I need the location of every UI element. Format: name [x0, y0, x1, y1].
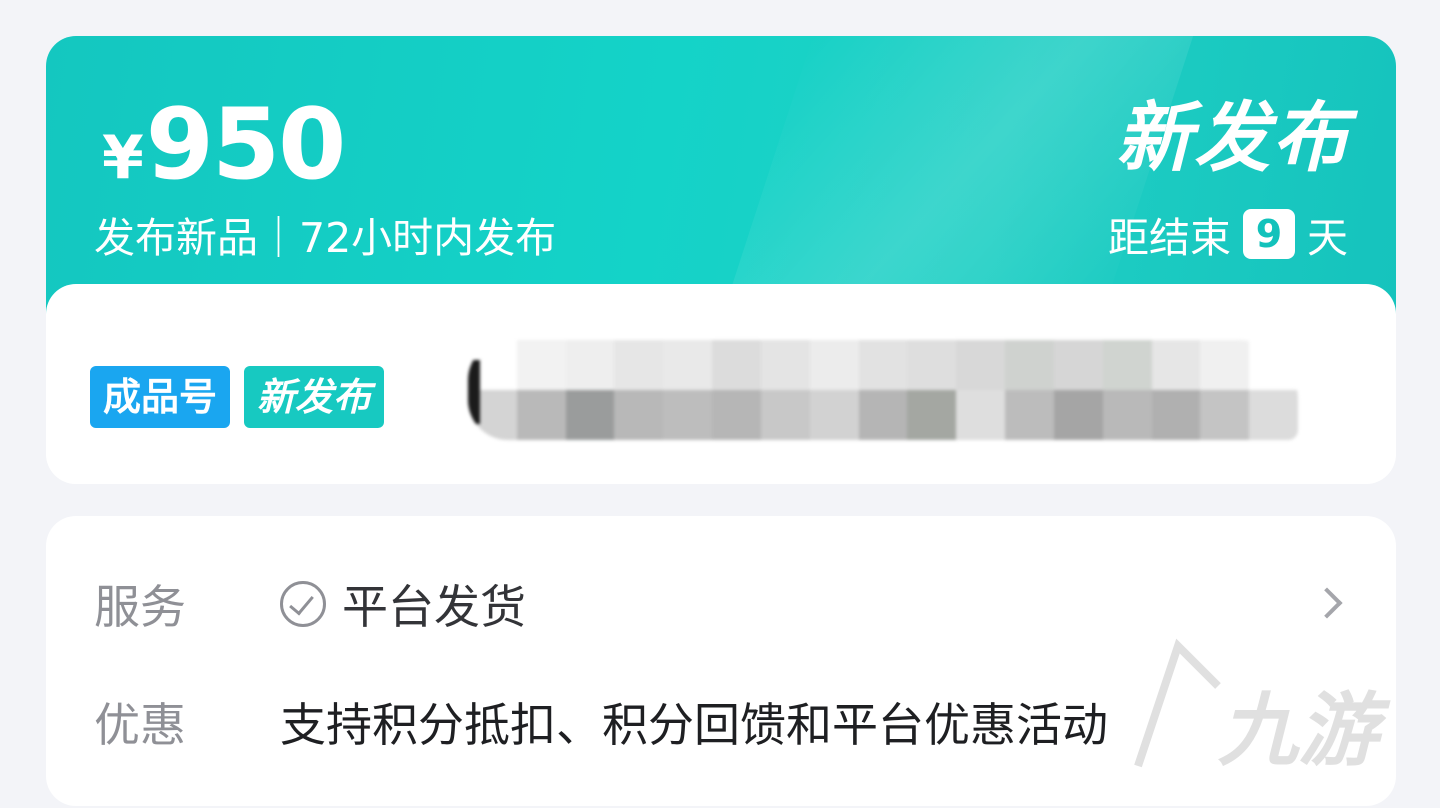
service-label: 服务: [94, 580, 186, 634]
countdown: 距结束 9 天: [1108, 204, 1348, 264]
product-info-panel: 成品号 新发布: [46, 284, 1396, 484]
release-subtitle: 发布新品｜72小时内发布: [94, 214, 557, 262]
discount-row: 优惠 支持积分抵扣、积分回馈和平台优惠活动: [94, 686, 1356, 758]
price-amount: 950: [145, 88, 347, 202]
check-circle-icon: [280, 581, 326, 627]
product-card: ¥ 950 发布新品｜72小时内发布 新发布 距结束 9 天 成品号 新发布: [46, 36, 1396, 484]
badge-finished-account: 成品号: [90, 366, 231, 428]
price: ¥ 950: [102, 88, 347, 202]
service-row[interactable]: 服务 平台发货: [94, 568, 1356, 640]
price-banner: ¥ 950 发布新品｜72小时内发布 新发布 距结束 9 天: [46, 36, 1396, 326]
countdown-suffix: 天: [1307, 214, 1348, 262]
discount-value: 支持积分抵扣、积分回馈和平台优惠活动: [280, 698, 1108, 752]
countdown-days: 9: [1243, 209, 1295, 259]
blurred-product-title: [468, 340, 1298, 440]
new-release-tag: 新发布: [1116, 93, 1350, 182]
badge-new-release: 新发布: [244, 366, 385, 428]
countdown-prefix: 距结束: [1108, 214, 1231, 262]
chevron-right-icon[interactable]: [1311, 587, 1343, 619]
discount-label: 优惠: [94, 698, 186, 752]
service-card: 服务 平台发货 优惠 支持积分抵扣、积分回馈和平台优惠活动: [46, 516, 1396, 806]
service-value: 平台发货: [342, 580, 526, 634]
product-badges: 成品号 新发布: [90, 366, 385, 428]
currency-symbol: ¥: [102, 123, 144, 193]
